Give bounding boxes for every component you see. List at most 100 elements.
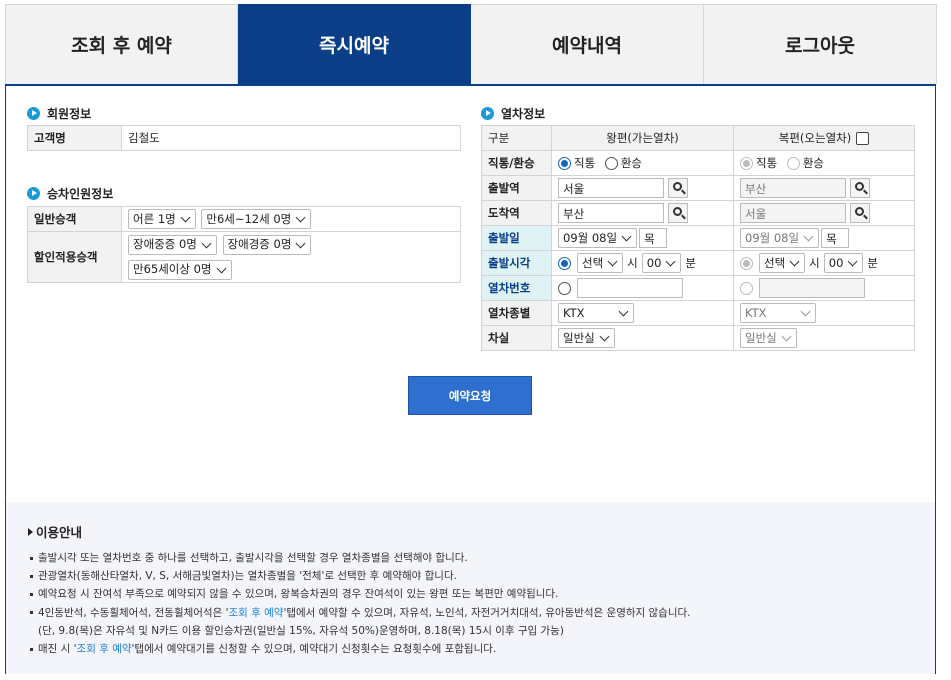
out-train-type-select[interactable]: KTX	[558, 303, 634, 323]
ret-date-value: 09월 08일	[745, 231, 800, 245]
ret-transfer-radio[interactable]	[786, 156, 800, 170]
out-hour-unit: 시	[627, 256, 638, 270]
guide-text: 매진 시 '	[38, 643, 77, 656]
search-reserve-link[interactable]: 조회 후 예약	[77, 643, 132, 655]
chevron-down-icon	[599, 331, 610, 342]
chevron-down-icon	[665, 256, 676, 267]
car-class-label: 차실	[481, 325, 552, 351]
passenger-title-text: 승차인원정보	[47, 187, 114, 201]
train-type-label: 열차종별	[481, 300, 552, 326]
ret-car-class-select[interactable]: 일반실	[740, 328, 797, 348]
chevron-down-icon	[781, 331, 792, 342]
ret-transfer-label: 환승	[802, 156, 824, 170]
ret-hour-unit: 시	[809, 256, 820, 270]
train-table: 구분 왕편(가는열차) 복편(오는열차) 직통/환승 직통 환승 직통 환승 출…	[481, 125, 915, 351]
col-return-text: 복편(오는열차)	[778, 131, 852, 145]
ret-minute-select[interactable]: 00	[823, 253, 864, 273]
ret-day-of-week: 목	[821, 228, 850, 248]
out-transfer-label: 환승	[620, 156, 642, 170]
ret-arr-search-button[interactable]	[850, 203, 870, 223]
ret-direct-radio[interactable]	[740, 156, 753, 170]
senior-count-select[interactable]: 만65세이상 0명	[128, 259, 232, 280]
guide-item: 관광열차(동해산타열차, V, S, 서해금빛열차)는 열차종별을 '전체'로 …	[28, 567, 935, 585]
customer-name-value: 김철도	[121, 125, 461, 151]
out-time-radio[interactable]	[558, 256, 571, 270]
chevron-down-icon	[621, 231, 632, 242]
child-count-value: 만6세~12세 0명	[206, 212, 292, 226]
general-passenger-label: 일반승객	[27, 206, 122, 232]
senior-count-value: 만65세이상 0명	[133, 262, 212, 276]
guide-text: 4인동반석, 수동휠체어석, 전동휠체어석은 '	[38, 606, 229, 619]
dep-time-label: 출발시각	[481, 250, 552, 276]
ret-train-no-radio[interactable]	[740, 281, 753, 295]
guide-title: 이용안내	[28, 522, 935, 541]
out-day-of-week: 목	[639, 228, 668, 248]
ret-date-select[interactable]: 09월 08일	[740, 228, 820, 248]
chevron-down-icon	[295, 212, 306, 223]
search-reserve-link[interactable]: 조회 후 예약	[228, 607, 283, 619]
guide-item: 예약요청 시 잔여석 부족으로 예약되지 않을 수 있으며, 왕복승차권의 경우…	[28, 585, 935, 603]
ret-time-radio[interactable]	[740, 256, 753, 270]
out-train-no-radio[interactable]	[558, 281, 571, 295]
tab-logout[interactable]: 로그아웃	[704, 4, 937, 84]
out-arr-search-button[interactable]	[668, 203, 688, 223]
guide-title-text: 이용안내	[36, 525, 83, 540]
disabled-severe-select[interactable]: 장애중증 0명	[128, 234, 217, 255]
ret-arr-station-input[interactable]: 서울	[740, 203, 846, 223]
ret-car-class-value: 일반실	[745, 331, 777, 345]
return-enable-checkbox[interactable]	[856, 132, 870, 145]
ret-hour-select[interactable]: 선택	[759, 253, 806, 273]
ret-direct-label: 직통	[756, 156, 778, 170]
member-title-text: 회원정보	[47, 107, 92, 121]
guide-item: (단, 9.8(목)은 자유석 및 N카드 이용 할인승차권(일반실 15%, …	[28, 622, 935, 640]
adult-count-select[interactable]: 어른 1명	[128, 209, 196, 229]
discount-passenger-label: 할인적용승객	[27, 231, 122, 283]
tab-reservation-history[interactable]: 예약내역	[471, 4, 704, 84]
reservation-request-button[interactable]: 예약요청	[408, 376, 532, 415]
ret-train-no-input[interactable]	[759, 278, 865, 298]
main-panel: 회원정보 고객명 김철도 승차인원정보 일반승객 어른 1명 만6세~12세 0…	[5, 84, 936, 674]
tab-instant-reserve[interactable]: 즉시예약	[238, 4, 471, 84]
guide-text: '탭에서 예약할 수 있으며, 자유석, 노인석, 자전거거치대석, 유아동반석…	[283, 606, 691, 619]
bullet-icon	[481, 107, 494, 120]
out-minute-value: 00	[646, 256, 662, 270]
out-date-value: 09월 08일	[563, 231, 618, 245]
tab-search-reserve[interactable]: 조회 후 예약	[5, 4, 238, 84]
disabled-mild-select[interactable]: 장애경증 0명	[222, 234, 312, 255]
chevron-down-icon	[201, 238, 212, 248]
bullet-icon	[27, 187, 40, 200]
out-direct-radio[interactable]	[558, 156, 571, 170]
disabled-severe-value: 장애중증 0명	[133, 237, 197, 251]
guide-item: 4인동반석, 수동휠체어석, 전동휠체어석은 '조회 후 예약'탭에서 예약할 …	[28, 604, 935, 622]
ret-dep-station-input[interactable]: 부산	[740, 178, 846, 198]
out-hour-select[interactable]: 선택	[577, 253, 624, 273]
ret-hour-value: 선택	[764, 256, 786, 270]
guide-text: 관광열차(동해산타열차, V, S, 서해금빛열차)는 열차종별을 '전체'로 …	[38, 570, 457, 583]
out-arr-station-input[interactable]: 부산	[558, 203, 664, 223]
direct-transfer-label: 직통/환승	[481, 150, 552, 176]
arr-station-label: 도착역	[481, 200, 552, 226]
chevron-down-icon	[618, 306, 629, 317]
col-return-header: 복편(오는열차)	[733, 125, 915, 151]
ret-train-type-select[interactable]: KTX	[740, 303, 816, 323]
guide-text: '탭에서 예약대기를 신청할 수 있으며, 예약대기 신청횟수는 요청횟수에 포…	[131, 643, 497, 656]
member-section-title: 회원정보	[27, 105, 91, 122]
ret-dep-search-button[interactable]	[850, 178, 870, 198]
col-outbound-header: 왕편(가는열차)	[551, 125, 734, 151]
out-car-class-select[interactable]: 일반실	[558, 328, 615, 348]
child-count-select[interactable]: 만6세~12세 0명	[201, 209, 312, 229]
out-dep-station-input[interactable]: 서울	[558, 178, 664, 198]
chevron-down-icon	[607, 256, 618, 267]
tab-bar: 조회 후 예약 즉시예약 예약내역 로그아웃	[5, 4, 937, 84]
out-transfer-radio[interactable]	[604, 156, 618, 170]
out-train-no-input[interactable]	[577, 278, 683, 298]
chevron-down-icon	[295, 238, 306, 248]
dep-station-label: 출발역	[481, 175, 552, 201]
out-date-select[interactable]: 09월 08일	[558, 228, 638, 248]
out-minute-select[interactable]: 00	[641, 253, 682, 273]
col-category-header: 구분	[481, 125, 552, 151]
bullet-icon	[27, 107, 40, 120]
out-dep-search-button[interactable]	[668, 178, 688, 198]
passenger-section-title: 승차인원정보	[27, 185, 113, 202]
chevron-down-icon	[803, 231, 814, 242]
